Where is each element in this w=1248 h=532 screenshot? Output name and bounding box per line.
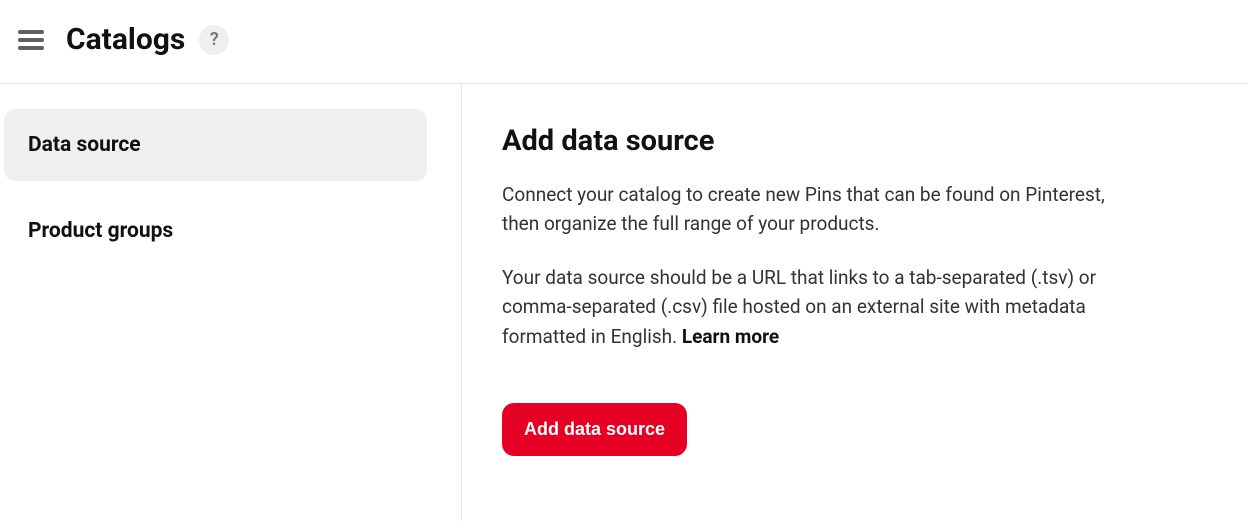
add-data-source-button[interactable]: Add data source <box>502 403 687 456</box>
sidebar: Data source Product groups <box>0 84 462 521</box>
learn-more-link[interactable]: Learn more <box>682 325 779 348</box>
details-paragraph: Your data source should be a URL that li… <box>502 263 1142 351</box>
sidebar-item-label: Product groups <box>28 219 173 243</box>
details-text: Your data source should be a URL that li… <box>502 266 1096 348</box>
sidebar-item-product-groups[interactable]: Product groups <box>4 195 427 267</box>
sidebar-item-label: Data source <box>28 133 141 157</box>
body-wrap: Data source Product groups Add data sour… <box>0 84 1248 521</box>
sidebar-item-data-source[interactable]: Data source <box>4 109 427 181</box>
page-header: Catalogs ? <box>0 0 1248 84</box>
hamburger-menu-icon[interactable] <box>18 30 44 50</box>
page-title: Catalogs <box>66 22 185 57</box>
main-heading: Add data source <box>502 124 1142 158</box>
intro-paragraph: Connect your catalog to create new Pins … <box>502 180 1142 239</box>
main-content: Add data source Connect your catalog to … <box>462 84 1182 521</box>
help-icon[interactable]: ? <box>199 25 229 55</box>
